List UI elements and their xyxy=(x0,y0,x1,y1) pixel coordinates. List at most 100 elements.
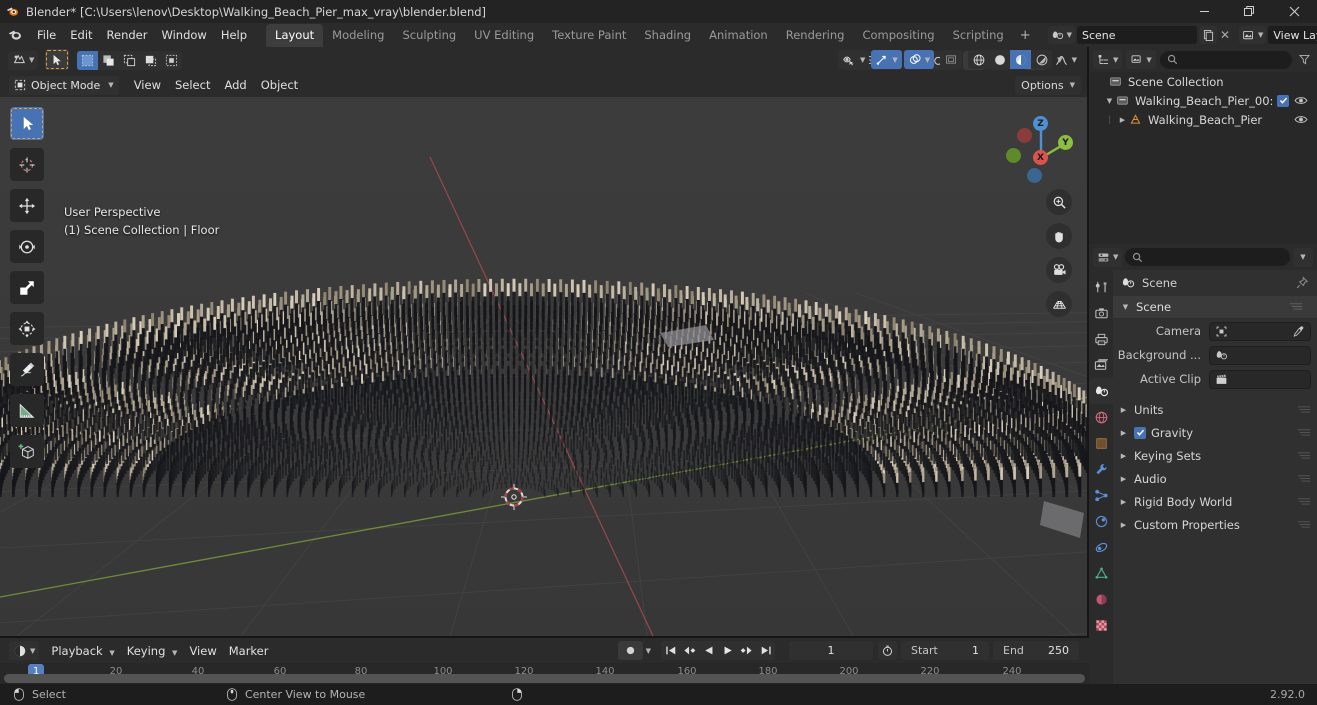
workspace-tab-compositing[interactable]: Compositing xyxy=(853,24,943,47)
workspace-tab-modeling[interactable]: Modeling xyxy=(323,24,393,47)
jump-to-end-icon[interactable] xyxy=(756,641,775,660)
tweak-cursor-icon[interactable] xyxy=(45,49,69,70)
pan-hand-icon[interactable] xyxy=(1046,223,1072,249)
outliner-row-scene-collection[interactable]: Scene Collection xyxy=(1089,72,1317,91)
collection-checkbox[interactable] xyxy=(1277,95,1289,107)
unlink-x-icon[interactable]: ✕ xyxy=(1217,26,1233,44)
section-audio[interactable]: ▶ Audio xyxy=(1113,467,1317,490)
set-new-selection-icon[interactable] xyxy=(77,51,98,70)
minimize-icon[interactable] xyxy=(1182,0,1227,23)
editor-type-3dview-icon[interactable]: ▼ xyxy=(8,51,38,70)
viewport-menu-select[interactable]: Select xyxy=(168,76,217,94)
play-icon[interactable] xyxy=(718,641,737,660)
expand-collapse-right-icon[interactable]: ▶ xyxy=(1116,116,1129,124)
rendered-shading-icon[interactable] xyxy=(1031,50,1052,69)
section-rigid-body-world[interactable]: ▶ Rigid Body World xyxy=(1113,490,1317,513)
section-units[interactable]: ▶ Units xyxy=(1113,398,1317,421)
rotate-tool[interactable] xyxy=(10,230,44,263)
show-overlays-icon[interactable]: ▼ xyxy=(904,50,934,69)
timeline-menu-view[interactable]: View xyxy=(183,642,222,660)
play-reverse-icon[interactable] xyxy=(699,641,718,660)
intersect-selection-icon[interactable] xyxy=(161,51,182,70)
gravity-checkbox[interactable] xyxy=(1134,427,1146,439)
options-button[interactable]: Options ▼ xyxy=(1015,76,1081,95)
object-mode-dropdown[interactable]: Object Mode ▼ xyxy=(9,76,119,95)
section-keying-sets[interactable]: ▶ Keying Sets xyxy=(1113,444,1317,467)
restore-icon[interactable] xyxy=(1227,0,1272,23)
modifier-tab[interactable] xyxy=(1089,456,1113,482)
workspace-tab-animation[interactable]: Animation xyxy=(700,24,777,47)
outliner-row-walking-beach-pier-object[interactable]: │ ▶ Walking_Beach_Pier xyxy=(1089,110,1317,129)
outliner-display-mode-icon[interactable]: ▼ xyxy=(1093,50,1122,69)
chevron-down-icon[interactable]: ▼ xyxy=(1293,248,1313,267)
menu-edit[interactable]: Edit xyxy=(63,26,99,44)
viewport-menu-view[interactable]: View xyxy=(127,76,168,94)
object-tab[interactable] xyxy=(1089,430,1113,456)
scene-panel-header[interactable]: ▼ Scene xyxy=(1113,296,1317,318)
physics-tab[interactable] xyxy=(1089,508,1113,534)
active-clip-field[interactable] xyxy=(1209,370,1311,389)
use-preview-range-icon[interactable] xyxy=(878,641,897,660)
subtract-selection-icon[interactable] xyxy=(119,51,140,70)
view-layer-tab[interactable] xyxy=(1089,352,1113,378)
show-gizmo-visibility-icon[interactable]: ▼ xyxy=(838,50,869,69)
transform-tool[interactable] xyxy=(10,312,44,345)
gizmo-axis-neg-y[interactable] xyxy=(1006,148,1021,163)
show-gizmo-icon[interactable]: ▼ xyxy=(871,50,901,69)
jump-to-next-keyframe-icon[interactable] xyxy=(737,641,756,660)
menu-help[interactable]: Help xyxy=(214,26,254,44)
filter-funnel-icon[interactable] xyxy=(1296,53,1313,66)
measure-tool[interactable] xyxy=(10,394,44,427)
solid-shading-icon[interactable] xyxy=(989,50,1010,69)
jump-to-start-icon[interactable] xyxy=(661,641,680,660)
object-data-tab[interactable] xyxy=(1089,560,1113,586)
menu-window[interactable]: Window xyxy=(154,26,213,44)
menu-file[interactable]: File xyxy=(30,26,63,44)
workspace-tab-sculpting[interactable]: Sculpting xyxy=(393,24,465,47)
section-custom-properties[interactable]: ▶ Custom Properties xyxy=(1113,513,1317,536)
output-tab[interactable] xyxy=(1089,326,1113,352)
viewport-menu-add[interactable]: Add xyxy=(217,76,253,94)
toggle-xray-icon[interactable] xyxy=(940,50,962,69)
scale-tool[interactable] xyxy=(10,271,44,304)
viewport-menu-object[interactable]: Object xyxy=(254,76,305,94)
scene-browse-button[interactable]: ▼ xyxy=(1048,26,1075,44)
workspace-tab-texture-paint[interactable]: Texture Paint xyxy=(543,24,635,47)
expand-collapse-down-icon[interactable]: ▼ xyxy=(1103,97,1116,105)
move-tool[interactable] xyxy=(10,189,44,222)
view-layer-browse-button[interactable]: ▼ xyxy=(1239,26,1266,44)
texture-tab[interactable] xyxy=(1089,612,1113,638)
end-frame-field[interactable]: End 250 xyxy=(993,641,1079,660)
gizmo-axis-y[interactable]: Y xyxy=(1058,135,1073,150)
workspace-tab-rendering[interactable]: Rendering xyxy=(777,24,854,47)
particles-tab[interactable] xyxy=(1089,482,1113,508)
material-preview-shading-icon[interactable] xyxy=(1010,50,1031,69)
workspace-tab-uv-editing[interactable]: UV Editing xyxy=(465,24,543,47)
timeline-menu-marker[interactable]: Marker xyxy=(223,642,275,660)
camera-field[interactable] xyxy=(1209,322,1311,341)
gizmo-axis-x[interactable]: X xyxy=(1033,150,1048,165)
material-tab[interactable] xyxy=(1089,586,1113,612)
3d-viewport[interactable]: User Perspective (1) Scene Collection | … xyxy=(0,97,1089,638)
current-frame-field[interactable]: 1 xyxy=(789,641,873,660)
workspace-tab-scripting[interactable]: Scripting xyxy=(944,24,1013,47)
gizmo-axis-neg-x[interactable] xyxy=(1017,128,1032,143)
workspace-tab-shading[interactable]: Shading xyxy=(635,24,700,47)
gizmo-axis-neg-z[interactable] xyxy=(1027,168,1042,183)
cursor-tool[interactable] xyxy=(10,148,44,181)
timeline-ruler[interactable]: 20 40 60 80 100 120 140 160 180 200 220 … xyxy=(0,663,1089,684)
world-tab[interactable] xyxy=(1089,404,1113,430)
blender-menu-icon[interactable] xyxy=(8,28,22,42)
close-icon[interactable] xyxy=(1272,0,1317,23)
constraints-tab[interactable] xyxy=(1089,534,1113,560)
tool-tab[interactable] xyxy=(1089,274,1113,300)
outliner-id-filter-icon[interactable]: ▼ xyxy=(1126,50,1155,69)
timeline-scrollbar[interactable] xyxy=(4,674,1085,683)
outliner-search-input[interactable] xyxy=(1160,51,1292,69)
add-workspace-button[interactable]: + xyxy=(1013,26,1038,45)
scene-name-field[interactable]: Scene xyxy=(1077,26,1197,44)
zoom-icon[interactable] xyxy=(1046,189,1072,215)
section-gravity[interactable]: ▶ Gravity xyxy=(1113,421,1317,444)
tweak-select-box-tool[interactable] xyxy=(10,107,44,140)
properties-search-input[interactable] xyxy=(1125,248,1290,266)
